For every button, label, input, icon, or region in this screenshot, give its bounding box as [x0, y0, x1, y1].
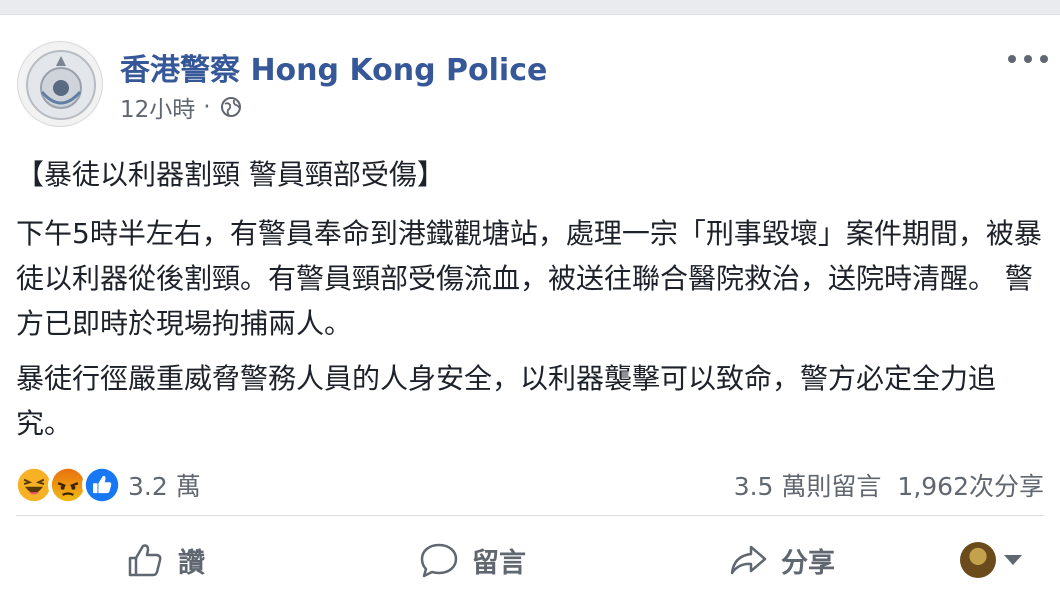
chevron-down-icon: [1004, 555, 1022, 565]
globe-icon[interactable]: [219, 95, 243, 119]
comment-count[interactable]: 3.5 萬則留言: [734, 467, 882, 503]
user-avatar: [960, 542, 996, 578]
thumbs-up-icon: [128, 544, 162, 577]
more-options-icon[interactable]: [1008, 49, 1048, 69]
post-card: 香港警察 Hong Kong Police 12小時 · 【暴徒以利器割頸 警員…: [0, 14, 1060, 596]
post-paragraph: 暴徒行徑嚴重威脅警務人員的人身安全，以利器襲擊可以致命，警方必定全力追究。: [16, 362, 997, 440]
engagement-stats: 3.5 萬則留言 1,962次分享: [734, 467, 1044, 503]
page-avatar[interactable]: [17, 41, 103, 127]
post-headline: 【暴徒以利器割頸 警員頸部受傷】: [16, 158, 445, 191]
comment-label: 留言: [472, 547, 526, 579]
like-button[interactable]: 讚: [124, 535, 205, 585]
more-dot: [1008, 55, 1016, 63]
post-timestamp[interactable]: 12小時: [120, 90, 195, 124]
police-badge-logo: [26, 50, 96, 120]
meta-separator: ·: [203, 94, 211, 120]
more-dot: [1024, 55, 1032, 63]
comment-bubble-icon: [420, 543, 458, 578]
post-paragraph: 下午5時半左右，有警員奉命到港鐵觀塘站，處理一宗「刑事毀壞」案件期間，被暴徒以利…: [16, 217, 1042, 340]
post-meta: 12小時 ·: [120, 90, 243, 124]
comment-button[interactable]: 留言: [418, 535, 526, 585]
like-icon: [82, 465, 122, 505]
share-count[interactable]: 1,962次分享: [897, 467, 1044, 503]
reactions-summary[interactable]: 3.2 萬: [14, 465, 201, 505]
actions-divider: [16, 515, 1044, 516]
share-button[interactable]: 分享: [727, 535, 835, 585]
reaction-identity-selector[interactable]: [960, 535, 1022, 585]
like-label: 讚: [178, 547, 205, 579]
share-arrow-icon: [730, 545, 767, 575]
page-name-link[interactable]: 香港警察 Hong Kong Police: [120, 45, 547, 89]
reaction-count[interactable]: 3.2 萬: [128, 467, 201, 503]
share-label: 分享: [781, 547, 835, 579]
more-dot: [1040, 55, 1048, 63]
